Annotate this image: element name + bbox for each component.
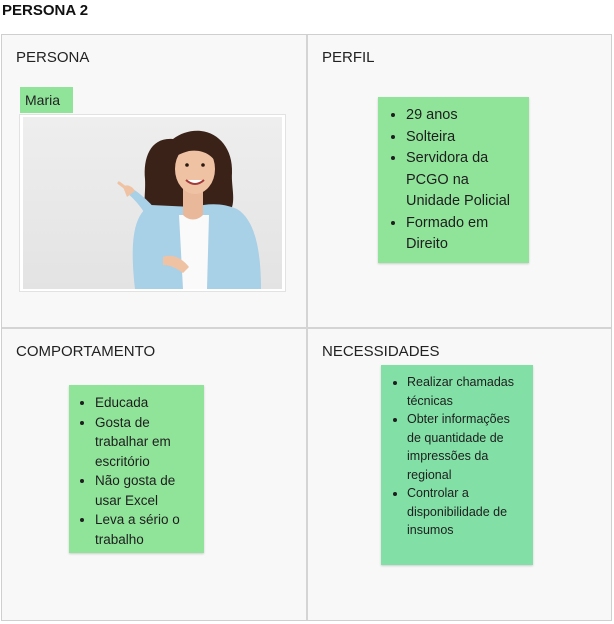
- necessidades-item: Controlar a disponibilidade de insumos: [407, 484, 527, 540]
- comportamento-sticky-note[interactable]: Educada Gosta de trabalhar em escritório…: [69, 385, 204, 553]
- persona-frame: PERSONA Maria PERFIL • 29 anos • Solteir…: [1, 34, 612, 621]
- comportamento-section: COMPORTAMENTO Educada Gosta de trabalhar…: [2, 329, 306, 620]
- perfil-item: 29 anos: [406, 105, 521, 127]
- persona-section-title: PERSONA: [16, 49, 90, 66]
- persona-name-note[interactable]: Maria: [20, 87, 73, 113]
- necessidades-item: Obter informações de quantidade de impre…: [407, 410, 527, 484]
- comportamento-item: Leva a sério o trabalho: [95, 510, 198, 549]
- necessidades-sticky-note[interactable]: Realizar chamadas técnicas Obter informa…: [381, 365, 533, 565]
- necessidades-section-title: NECESSIDADES: [322, 343, 440, 360]
- comportamento-item: Não gosta de usar Excel: [95, 471, 198, 510]
- perfil-section-title: PERFIL: [322, 49, 375, 66]
- perfil-item: Formado em Direito: [406, 213, 521, 256]
- perfil-item: Servidora da PCGO na Unidade Policial: [406, 148, 521, 213]
- perfil-section: PERFIL 29 anos Solteira Servidora da PCG…: [308, 35, 611, 327]
- necessidades-list: Realizar chamadas técnicas Obter informa…: [389, 373, 527, 540]
- comportamento-item: Gosta de trabalhar em escritório: [95, 413, 198, 472]
- comportamento-list: Educada Gosta de trabalhar em escritório…: [77, 393, 198, 549]
- board-title: PERSONA 2: [2, 2, 89, 19]
- perfil-list: 29 anos Solteira Servidora da PCGO na Un…: [388, 105, 521, 256]
- woman-portrait-image: [117, 130, 261, 289]
- comportamento-item: Educada: [95, 393, 198, 413]
- perfil-sticky-note[interactable]: 29 anos Solteira Servidora da PCGO na Un…: [378, 97, 529, 263]
- persona-section: PERSONA Maria: [2, 35, 306, 327]
- necessidades-item: Realizar chamadas técnicas: [407, 373, 527, 410]
- comportamento-section-title: COMPORTAMENTO: [16, 343, 156, 360]
- persona-photo[interactable]: [19, 114, 286, 292]
- perfil-item: Solteira: [406, 127, 521, 149]
- necessidades-section: NECESSIDADES Realizar chamadas técnicas …: [308, 329, 611, 620]
